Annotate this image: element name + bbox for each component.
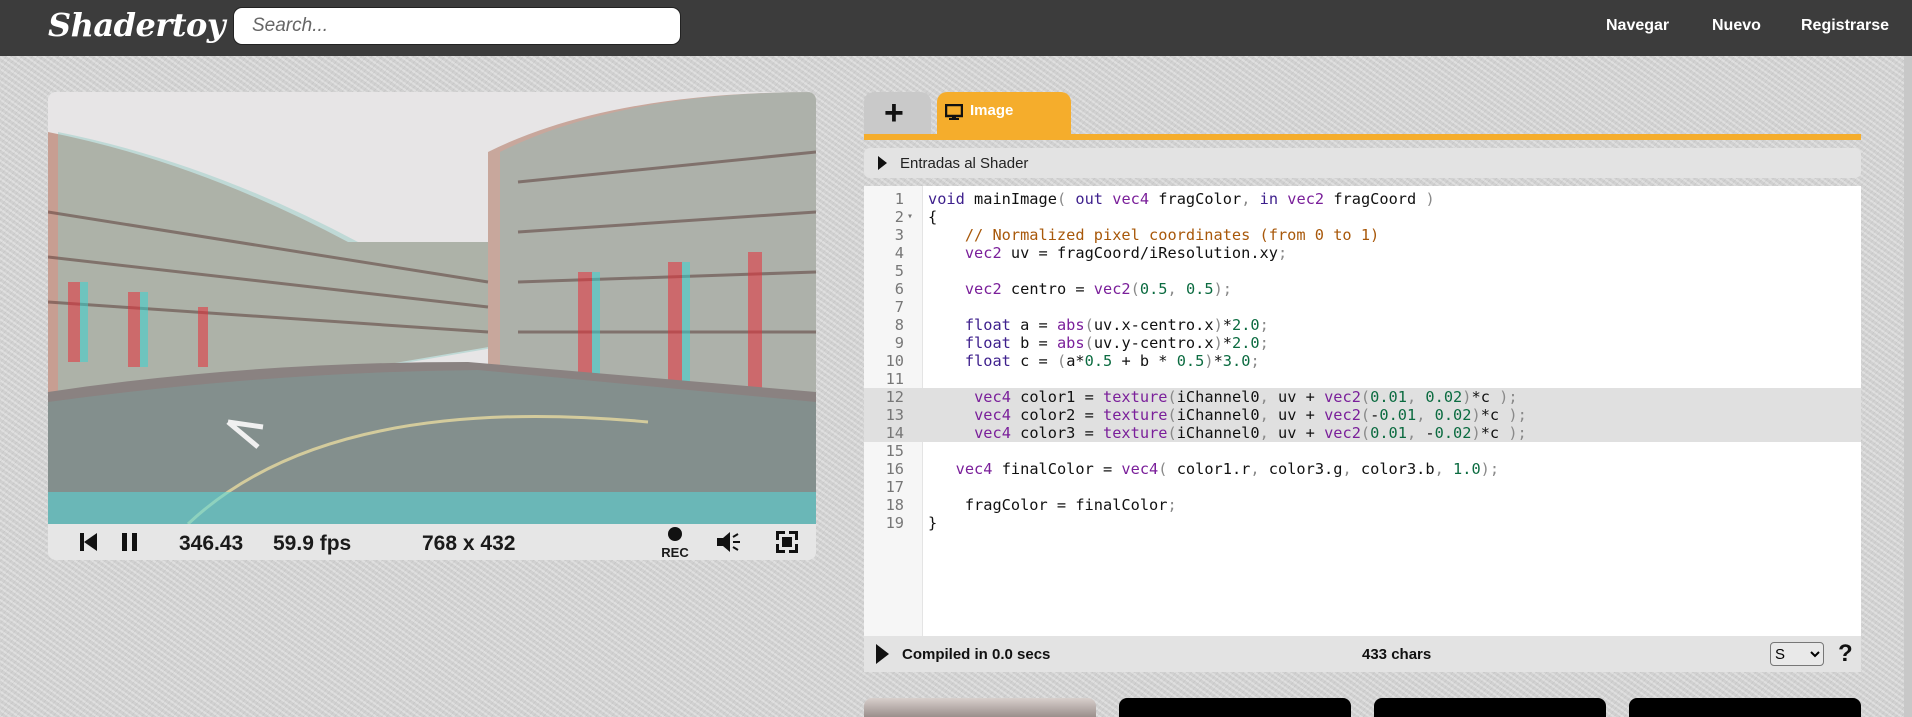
code-line[interactable]: 12 vec4 color1 = texture(iChannel0, uv +… <box>864 388 1861 406</box>
line-number: 6 <box>894 280 904 298</box>
line-number: 2 <box>894 208 904 226</box>
code-text: { <box>928 208 938 226</box>
code-text: } <box>928 514 938 532</box>
code-text: float c = (a*0.5 + b * 0.5)*3.0; <box>964 352 1260 370</box>
line-number: 16 <box>885 460 904 478</box>
editor-status-bar: Compiled in 0.0 secs 433 chars S ? <box>864 636 1861 672</box>
code-line[interactable]: 9 float b = abs(uv.y-centro.x)*2.0; <box>864 334 1861 352</box>
help-button[interactable]: ? <box>1838 640 1853 668</box>
fold-arrow-icon[interactable]: ▾ <box>907 208 913 226</box>
code-line[interactable]: 15 <box>864 442 1861 460</box>
shader-canvas[interactable] <box>48 92 816 524</box>
thumbnail-image-input[interactable] <box>864 698 1096 717</box>
line-number: 1 <box>894 190 904 208</box>
search-input[interactable] <box>233 7 681 45</box>
code-text: vec2 uv = fragCoord/iResolution.xy; <box>964 244 1288 262</box>
nav-new[interactable]: Nuevo <box>1712 17 1761 35</box>
line-number: 3 <box>894 226 904 244</box>
code-line[interactable]: 2 ▾ { <box>864 208 1861 226</box>
line-number: 8 <box>894 316 904 334</box>
line-number: 18 <box>885 496 904 514</box>
code-line[interactable]: 14 vec4 color3 = texture(iChannel0, uv +… <box>864 424 1861 442</box>
pause-icon[interactable] <box>121 532 139 557</box>
play-icon <box>876 644 889 664</box>
line-number: 9 <box>894 334 904 352</box>
line-number: 4 <box>894 244 904 262</box>
shadertoy-logo[interactable]: Shadertoy <box>48 6 225 44</box>
code-line[interactable]: 5 <box>864 262 1861 280</box>
compile-button[interactable] <box>876 644 889 669</box>
code-line[interactable]: 8 float a = abs(uv.x-centro.x)*2.0; <box>864 316 1861 334</box>
code-editor[interactable]: 1 void mainImage( out vec4 fragColor, in … <box>864 186 1861 636</box>
code-line[interactable]: 18 fragColor = finalColor; <box>864 496 1861 514</box>
monitor-icon <box>944 103 964 126</box>
code-text: vec4 color3 = texture(iChannel0, uv + ve… <box>974 424 1527 442</box>
code-line[interactable]: 1 void mainImage( out vec4 fragColor, in … <box>864 190 1861 208</box>
record-icon <box>668 527 682 541</box>
shader-inputs-label: Entradas al Shader <box>900 155 1029 172</box>
thumbnail-channel-2[interactable] <box>1374 698 1606 717</box>
volume-icon[interactable] <box>715 530 743 559</box>
line-number: 10 <box>885 352 904 370</box>
tab-image-label: Image <box>970 102 1014 119</box>
tab-underline <box>864 134 1861 140</box>
line-number: 19 <box>885 514 904 532</box>
compile-status: Compiled in 0.0 secs <box>902 646 1051 663</box>
thumbnail-channel-3[interactable] <box>1629 698 1861 717</box>
code-text: vec2 centro = vec2(0.5, 0.5); <box>964 280 1233 298</box>
tab-add-buffer[interactable]: + <box>864 92 931 134</box>
page-scrollbar[interactable] <box>1904 56 1912 717</box>
font-size-select[interactable]: S <box>1770 642 1824 666</box>
line-number: 13 <box>885 406 904 424</box>
plus-icon: + <box>884 94 904 132</box>
nav-register[interactable]: Registrarse <box>1801 17 1889 35</box>
code-line[interactable]: 11 <box>864 370 1861 388</box>
shader-inputs-toggle[interactable]: Entradas al Shader <box>864 148 1861 178</box>
code-text: float a = abs(uv.x-centro.x)*2.0; <box>964 316 1269 334</box>
code-text: float b = abs(uv.y-centro.x)*2.0; <box>964 334 1269 352</box>
tab-image[interactable]: Image <box>937 92 1071 134</box>
top-bar: Shadertoy Navegar Nuevo Registrarse <box>0 0 1912 56</box>
code-text: // Normalized pixel coordinates (from 0 … <box>928 226 1380 244</box>
code-line[interactable]: 3 // Normalized pixel coordinates (from … <box>864 226 1861 244</box>
shader-viewer: 346.43 59.9 fps 768 x 432 REC <box>48 92 816 560</box>
code-text: vec4 color1 = texture(iChannel0, uv + ve… <box>974 388 1518 406</box>
line-number: 14 <box>885 424 904 442</box>
code-text: vec4 finalColor = vec4( color1.r, color3… <box>955 460 1500 478</box>
thumbnail-channel-1[interactable] <box>1119 698 1351 717</box>
nav-browse[interactable]: Navegar <box>1606 17 1669 35</box>
line-number: 15 <box>885 442 904 460</box>
code-line[interactable]: 6 vec2 centro = vec2(0.5, 0.5); <box>864 280 1861 298</box>
code-line[interactable]: 17 <box>864 478 1861 496</box>
fps-display: 59.9 fps <box>273 532 352 555</box>
code-line[interactable]: 19} <box>864 514 1861 532</box>
rewind-icon[interactable] <box>79 532 99 557</box>
code-line[interactable]: 10 float c = (a*0.5 + b * 0.5)*3.0; <box>864 352 1861 370</box>
code-text: vec4 color2 = texture(iChannel0, uv + ve… <box>974 406 1527 424</box>
anaglyph-street-image <box>48 92 816 524</box>
fullscreen-icon[interactable] <box>776 531 798 558</box>
line-number: 12 <box>885 388 904 406</box>
code-line[interactable]: 13 vec4 color2 = texture(iChannel0, uv +… <box>864 406 1861 424</box>
line-number: 7 <box>894 298 904 316</box>
triangle-right-icon <box>878 156 887 175</box>
char-count: 433 chars <box>1362 646 1432 663</box>
rec-label: REC <box>661 545 689 560</box>
time-display: 346.43 <box>179 532 244 555</box>
code-text: void mainImage( out vec4 fragColor, in v… <box>928 190 1435 208</box>
line-number: 5 <box>894 262 904 280</box>
line-number: 11 <box>885 370 904 388</box>
player-controls: 346.43 59.9 fps 768 x 432 REC <box>48 524 816 560</box>
line-number: 17 <box>885 478 904 496</box>
record-button[interactable]: REC <box>658 526 692 560</box>
code-text: fragColor = finalColor; <box>928 496 1177 514</box>
code-line[interactable]: 7 <box>864 298 1861 316</box>
code-line[interactable]: 4 vec2 uv = fragCoord/iResolution.xy; <box>864 244 1861 262</box>
code-line[interactable]: 16 vec4 finalColor = vec4( color1.r, col… <box>864 460 1861 478</box>
resolution-display: 768 x 432 <box>422 532 516 555</box>
